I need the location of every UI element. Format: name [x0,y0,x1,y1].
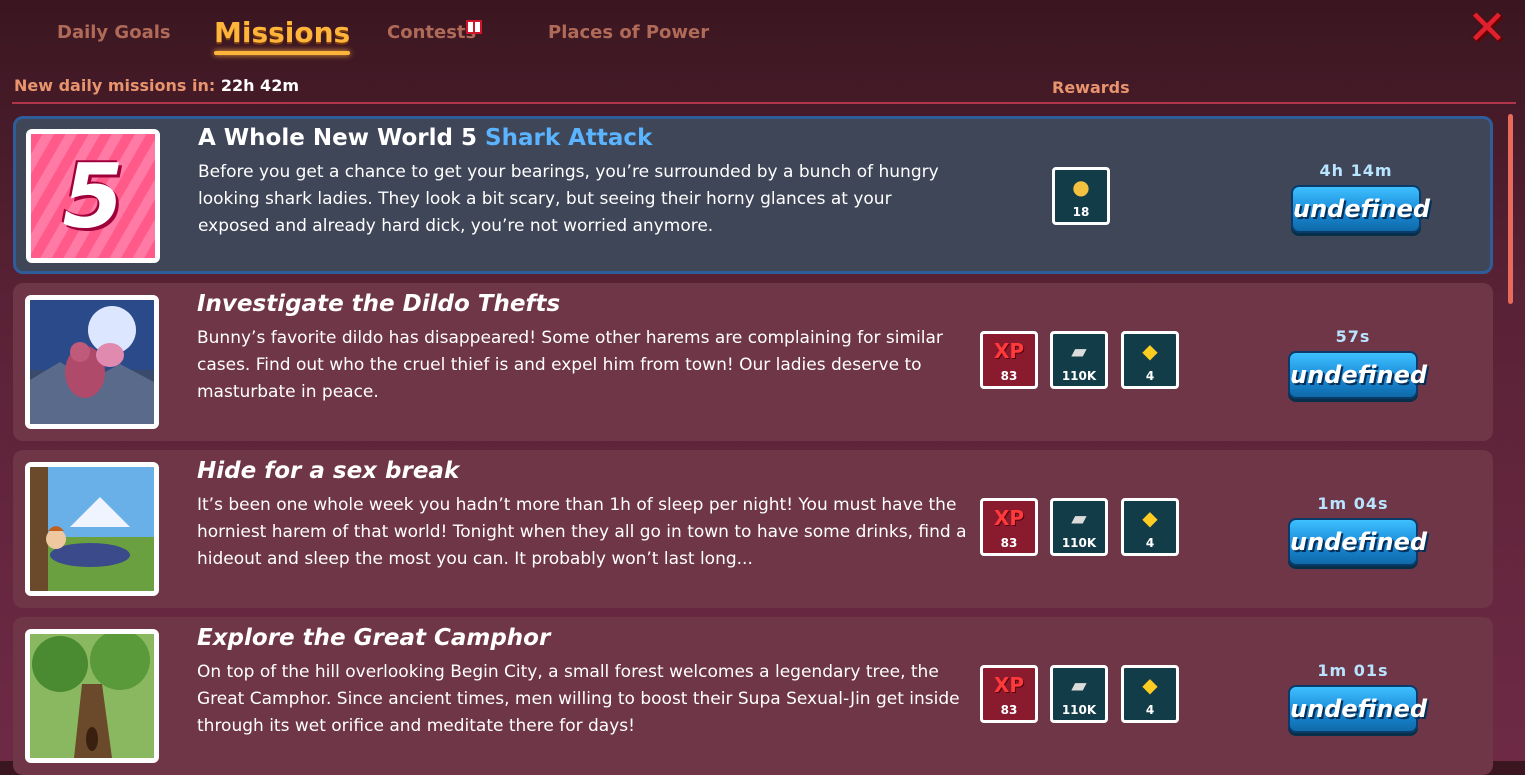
mission-card-dildo-thefts[interactable]: Investigate the Dildo Thefts Bunny’s fav… [13,283,1493,441]
cash-icon: ▰ [1071,339,1087,363]
tab-contests[interactable]: Contests [387,22,476,43]
tab-bar: Daily Goals Missions Contests Places of … [0,0,1525,70]
mission-timer: 4h 14m [1319,161,1393,180]
reward-amount: 18 [1072,205,1090,219]
reward-cash: ▰ 110K [1050,665,1108,723]
mission-description: On top of the hill overlooking Begin Cit… [197,662,960,736]
start-mission-button[interactable]: undefined [1288,685,1427,733]
cash-icon: ▰ [1071,506,1087,530]
reward-cash: ▰ 110K [1050,331,1108,389]
mission-timer: 1m 01s [1317,661,1389,680]
countdown-label: New daily missions in: [14,76,216,95]
mission-title: Explore the Great Camphor [197,625,551,651]
gem-icon: ◆ [1142,339,1158,363]
gem-icon: ◆ [1142,506,1158,530]
coin-icon: ● [1072,175,1090,199]
start-mission-button[interactable]: undefined [1288,351,1427,399]
reward-cash: ▰ 110K [1050,498,1108,556]
rewards-column-header: Rewards [1052,78,1130,97]
xp-label: XP [993,339,1025,363]
tab-places-of-power[interactable]: Places of Power [548,22,709,43]
scrollbar-thumb[interactable] [1508,114,1513,304]
start-mission-button[interactable]: undefined [1291,185,1430,233]
reward-coin: ● 18 [1052,167,1110,225]
mission-card-sex-break[interactable]: Hide for a sex break It’s been one whole… [13,450,1493,608]
reward-amount: 83 [1000,369,1018,383]
countdown-value: 22h 42m [220,76,299,95]
number-5-badge: 5 [31,134,155,258]
mission-title-main: A Whole New World 5 [198,125,477,151]
close-icon[interactable]: ✕ [1462,4,1512,52]
tab-missions[interactable]: Missions [214,16,351,55]
mission-title: A Whole New World 5 Shark Attack [198,125,652,151]
xp-label: XP [993,506,1025,530]
header-divider [12,102,1516,104]
thief-moon-image [30,300,154,424]
gift-icon [466,20,482,34]
mission-thumbnail [25,295,159,429]
mission-thumbnail: 5 [26,129,160,263]
mission-thumbnail [25,462,159,596]
mission-title-subtitle: Shark Attack [485,125,653,151]
reward-amount: 4 [1145,536,1155,550]
reward-gem: ◆ 4 [1121,498,1179,556]
mission-timer: 1m 04s [1317,494,1389,513]
start-mission-button[interactable]: undefined [1288,518,1427,566]
reward-amount: 110K [1061,369,1097,383]
tab-daily-goals[interactable]: Daily Goals [57,22,171,43]
reward-xp: XP 83 [980,665,1038,723]
reward-xp: XP 83 [980,498,1038,556]
reward-amount: 4 [1145,703,1155,717]
cash-icon: ▰ [1071,673,1087,697]
mission-title: Investigate the Dildo Thefts [197,291,561,317]
reward-amount: 83 [1000,536,1018,550]
mission-card-shark-attack[interactable]: 5 A Whole New World 5 Shark Attack Befor… [13,116,1493,274]
mission-thumbnail [25,629,159,763]
daily-reset-countdown: New daily missions in: 22h 42m [14,76,299,95]
mission-timer: 57s [1335,327,1371,346]
reward-gem: ◆ 4 [1121,665,1179,723]
reward-amount: 4 [1145,369,1155,383]
reward-amount: 110K [1061,536,1097,550]
reward-amount: 110K [1061,703,1097,717]
reward-gem: ◆ 4 [1121,331,1179,389]
camphor-tree-image [30,634,154,758]
reward-xp: XP 83 [980,331,1038,389]
gem-icon: ◆ [1142,673,1158,697]
sleeping-man-image [30,467,154,591]
xp-label: XP [993,673,1025,697]
reward-amount: 83 [1000,703,1018,717]
mission-card-great-camphor[interactable]: Explore the Great Camphor On top of the … [13,617,1493,775]
mission-title: Hide for a sex break [197,458,460,484]
mission-description: It’s been one whole week you hadn’t more… [197,495,967,569]
mission-description: Bunny’s favorite dildo has disappeared! … [197,328,943,402]
mission-description: Before you get a chance to get your bear… [198,162,939,236]
